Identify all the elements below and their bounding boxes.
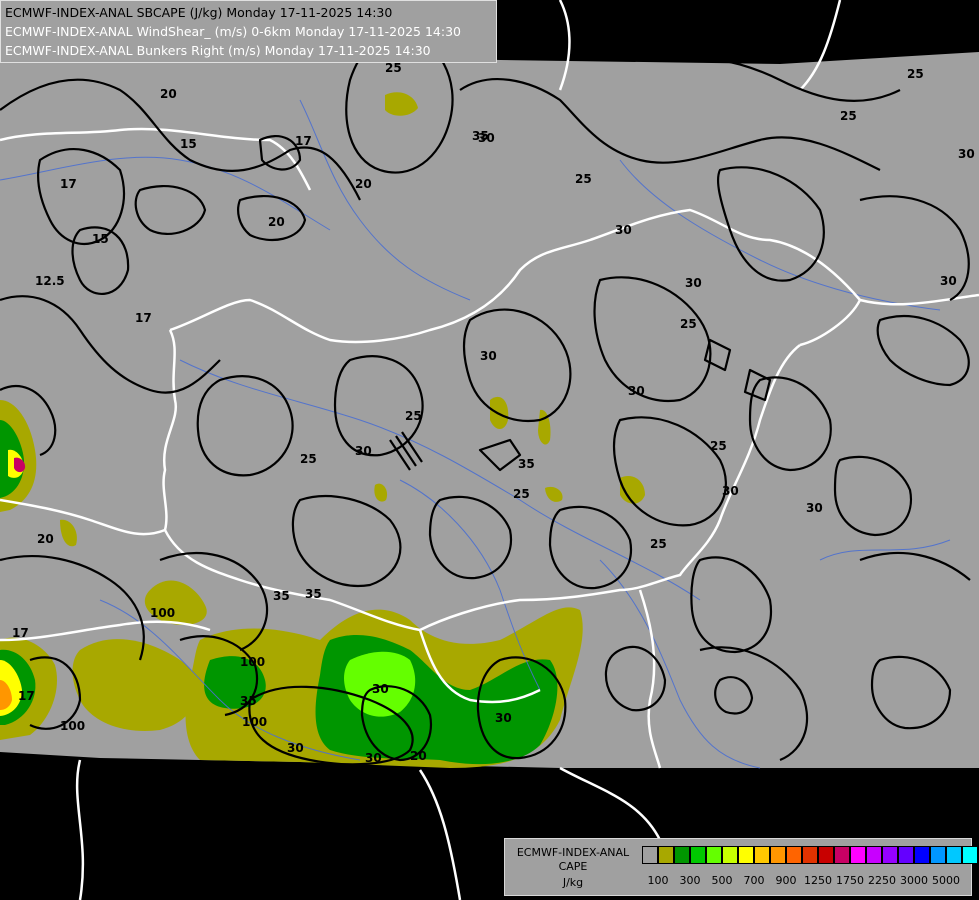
contour-label: 25 — [575, 172, 592, 186]
legend-swatch — [930, 846, 946, 864]
legend-tick-label: 100 — [647, 874, 669, 887]
legend-swatch — [882, 846, 898, 864]
map-header: ECMWF-INDEX-ANAL SBCAPE (J/kg) Monday 17… — [0, 0, 497, 63]
legend-tick-label: 300 — [679, 874, 701, 887]
contour-label: 35 — [305, 587, 322, 601]
legend-swatch — [802, 846, 818, 864]
header-sbcape-title: ECMWF-INDEX-ANAL SBCAPE (J/kg) Monday 17… — [5, 5, 393, 20]
legend-swatch — [898, 846, 914, 864]
legend-swatch — [866, 846, 882, 864]
contour-label: 30 — [806, 501, 823, 515]
legend-caption-unit: J/kg — [562, 876, 584, 889]
contour-label: 100 — [242, 715, 267, 729]
legend-swatch — [642, 846, 658, 864]
contour-label: 30 — [480, 349, 497, 363]
contour-label: 20 — [355, 177, 372, 191]
contour-label: 17 — [18, 689, 35, 703]
contour-label: 25 — [405, 409, 422, 423]
contour-label: 30 — [940, 274, 957, 288]
legend-swatch — [770, 846, 786, 864]
contour-label: 20 — [410, 749, 427, 763]
contour-label: 17 — [295, 134, 312, 148]
contour-label: 100 — [150, 606, 175, 620]
weather-map: 25 25 20 17 15 17 20 20 15 17 12.5 30 35 25 25 30 30 30 30… — [0, 0, 979, 900]
legend-tick-label: 1250 — [804, 874, 832, 887]
contour-label: 17 — [60, 177, 77, 191]
contour-label: 25 — [840, 109, 857, 123]
contour-label: 30 — [365, 751, 382, 765]
contour-label: 17 — [12, 626, 29, 640]
contour-label: 25 — [710, 439, 727, 453]
legend-tick-label: 700 — [743, 874, 765, 887]
legend-swatch — [754, 846, 770, 864]
header-bunkers-title: ECMWF-INDEX-ANAL Bunkers Right (m/s) Mon… — [5, 43, 431, 58]
contour-label: 30 — [372, 682, 389, 696]
contour-label: 30 — [958, 147, 975, 161]
legend-caption-param: CAPE — [558, 860, 588, 873]
legend-swatch — [914, 846, 930, 864]
contour-label: 17 — [135, 311, 152, 325]
legend-swatch — [658, 846, 674, 864]
legend-swatch — [850, 846, 866, 864]
contour-label: 15 — [180, 137, 197, 151]
contour-label: 25 — [650, 537, 667, 551]
contour-label: 15 — [92, 232, 109, 246]
contour-label: 30 — [495, 711, 512, 725]
contour-label: 25 — [300, 452, 317, 466]
contour-label: 100 — [240, 655, 265, 669]
legend-swatch — [786, 846, 802, 864]
contour-label: 30 — [355, 444, 372, 458]
contour-label: 20 — [160, 87, 177, 101]
legend-swatch — [706, 846, 722, 864]
contour-label: 20 — [268, 215, 285, 229]
contour-label: 12.5 — [35, 274, 65, 288]
contour-label: 30 — [628, 384, 645, 398]
contour-label: 30 — [685, 276, 702, 290]
legend-swatch — [722, 846, 738, 864]
contour-label: 35 — [240, 694, 257, 708]
legend-tick-label: 900 — [775, 874, 797, 887]
legend-tick-label: 5000 — [932, 874, 960, 887]
legend-swatch — [738, 846, 754, 864]
contour-label: 35 — [518, 457, 535, 471]
legend-caption-model: ECMWF-INDEX-ANAL — [516, 846, 630, 859]
legend-swatch — [834, 846, 850, 864]
contour-label: 25 — [513, 487, 530, 501]
contour-label: 35 — [273, 589, 290, 603]
contour-label: 100 — [60, 719, 85, 733]
legend-swatch — [674, 846, 690, 864]
legend-tick-label: 1750 — [836, 874, 864, 887]
header-windshear-title: ECMWF-INDEX-ANAL WindShear_ (m/s) 0-6km … — [5, 24, 461, 39]
contour-label: 30 — [615, 223, 632, 237]
contour-label: 25 — [680, 317, 697, 331]
legend-swatch — [946, 846, 962, 864]
legend-swatch — [818, 846, 834, 864]
contour-label: 30 — [287, 741, 304, 755]
legend-tick-label: 500 — [711, 874, 733, 887]
cape-legend: ECMWF-INDEX-ANAL CAPE J/kg 100 300 500 700 9… — [504, 838, 979, 896]
contour-label: 35 — [472, 129, 489, 143]
contour-label: 30 — [722, 484, 739, 498]
contour-label: 20 — [37, 532, 54, 546]
contour-label: 25 — [907, 67, 924, 81]
legend-swatch — [962, 846, 978, 864]
legend-swatch — [690, 846, 706, 864]
legend-tick-label: 3000 — [900, 874, 928, 887]
legend-tick-label: 2250 — [868, 874, 896, 887]
contour-label: 25 — [385, 61, 402, 75]
